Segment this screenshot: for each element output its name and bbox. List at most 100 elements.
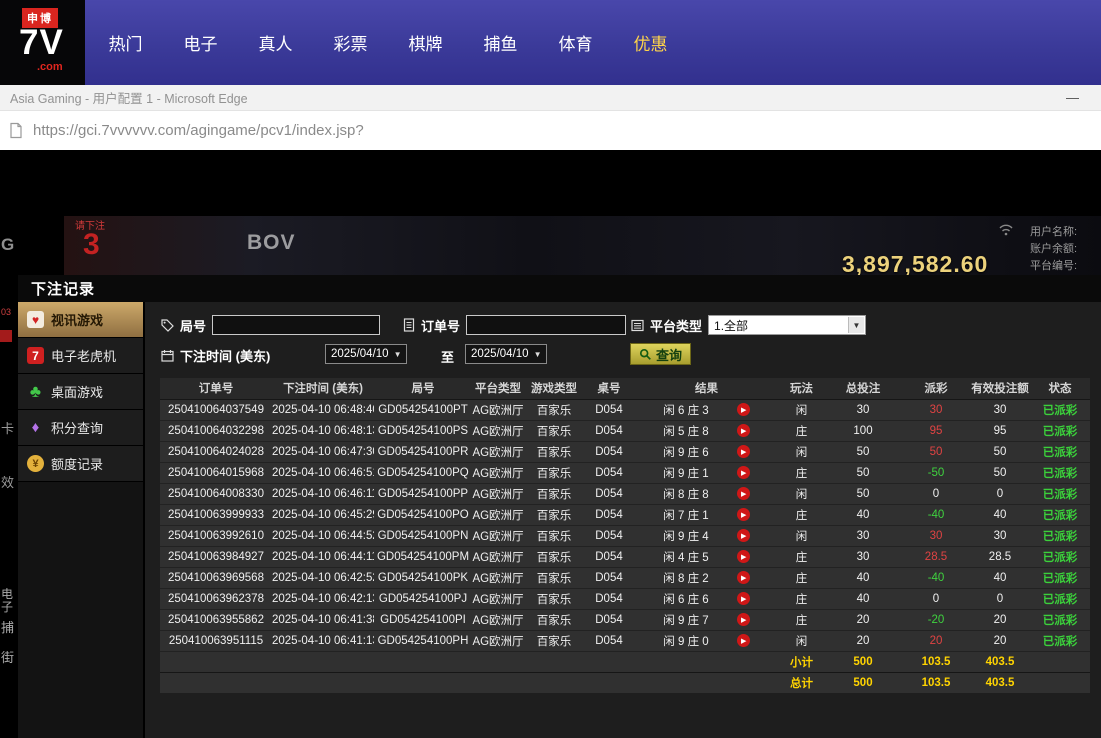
bet-row: 2504100640159682025-04-10 06:46:51GD0542…: [160, 462, 1090, 483]
play-icon[interactable]: ▶: [737, 487, 750, 500]
account-balance-value: 3,897,582.60: [842, 251, 988, 278]
cell: 百家乐: [524, 483, 584, 504]
nav-item-3[interactable]: 彩票: [313, 30, 388, 55]
date-to-select[interactable]: 2025/04/10 ▼: [465, 344, 547, 364]
sidebar-item-points-query[interactable]: ♦积分查询: [18, 410, 143, 446]
play-icon[interactable]: ▶: [737, 634, 750, 647]
cell: 庄: [779, 462, 824, 483]
column-header: 局号: [374, 378, 472, 399]
sidebar-item-video-games[interactable]: ♥视讯游戏: [18, 302, 143, 338]
cell: 已派彩: [1030, 483, 1090, 504]
cell: [1030, 672, 1090, 693]
cell: 百家乐: [524, 420, 584, 441]
play-icon[interactable]: ▶: [737, 550, 750, 563]
cell: D054: [584, 441, 634, 462]
nav-item-4[interactable]: 棋牌: [388, 30, 463, 55]
cell: 95: [902, 420, 970, 441]
cell: 20: [902, 630, 970, 651]
sidebar-item-label: 额度记录: [51, 454, 103, 473]
cell: 250410064015968: [160, 462, 272, 483]
column-header: 总投注: [824, 378, 902, 399]
cell: 50: [824, 483, 902, 504]
cell: 闲 8 庄 2▶: [634, 567, 779, 588]
cell: [160, 672, 779, 693]
bet-row: 2504100640322982025-04-10 06:48:13GD0542…: [160, 420, 1090, 441]
screen: 申博 7V .com 热门电子真人彩票棋牌捕鱼体育优惠 Asia Gaming …: [0, 0, 1101, 738]
cell: AG欧洲厅: [472, 567, 524, 588]
cell: 已派彩: [1030, 630, 1090, 651]
cell: 百家乐: [524, 588, 584, 609]
play-icon[interactable]: ▶: [737, 466, 750, 479]
date-from-select[interactable]: 2025/04/10 ▼: [325, 344, 407, 364]
subtotal-row: 小计 500 103.5 403.5: [160, 651, 1090, 672]
bet-table-header-row: 订单号下注时间 (美东)局号平台类型游戏类型桌号结果玩法总投注派彩有效投注额状态: [160, 378, 1090, 399]
date-to-value: 2025/04/10: [471, 348, 529, 360]
platform-id-label: 平台编号:: [1030, 257, 1077, 273]
cell: 250410063955862: [160, 609, 272, 630]
cell: 2025-04-10 06:48:13: [272, 420, 374, 441]
cell: GD054254100PQ: [374, 462, 472, 483]
window-titlebar: Asia Gaming - 用户配置 1 - Microsoft Edge —: [0, 85, 1101, 111]
cell: 250410063999933: [160, 504, 272, 525]
round-input[interactable]: [212, 315, 380, 335]
cell: AG欧洲厅: [472, 462, 524, 483]
cell: 庄: [779, 609, 824, 630]
cell: 已派彩: [1030, 420, 1090, 441]
panel-title: 下注记录: [31, 278, 95, 299]
round-label: 局号: [180, 316, 206, 335]
background-fragment: G: [1, 238, 18, 251]
account-balance-label: 账户余额:: [1030, 240, 1077, 256]
browser-url-bar[interactable]: https://gci.7vvvvvv.com/agingame/pcv1/in…: [0, 111, 1101, 150]
nav-item-7[interactable]: 优惠: [613, 30, 688, 55]
sidebar-item-table-games[interactable]: ♣桌面游戏: [18, 374, 143, 410]
play-icon[interactable]: ▶: [737, 424, 750, 437]
minimize-button[interactable]: —: [1058, 90, 1087, 105]
result-text: 闲 9 庄 6: [663, 444, 708, 460]
cell: 30: [824, 399, 902, 420]
nav-item-5[interactable]: 捕鱼: [463, 30, 538, 55]
play-icon[interactable]: ▶: [737, 613, 750, 626]
platform-label: 平台类型: [650, 316, 702, 335]
cell: 已派彩: [1030, 588, 1090, 609]
credit-records-icon: ¥: [27, 455, 44, 472]
scene-logo-fragment: BOV: [247, 231, 296, 255]
bet-time-label: 下注时间 (美东): [180, 346, 270, 365]
search-button[interactable]: 查询: [630, 343, 691, 365]
to-label: 至: [441, 347, 454, 366]
nav-item-1[interactable]: 电子: [163, 30, 238, 55]
grand-total-row: 总计 500 103.5 403.5: [160, 672, 1090, 693]
cell: -40: [902, 504, 970, 525]
play-icon[interactable]: ▶: [737, 403, 750, 416]
cell: 50: [970, 441, 1030, 462]
sidebar-item-credit-records[interactable]: ¥ 额度记录: [18, 446, 143, 482]
order-input[interactable]: [466, 315, 626, 335]
cell: D054: [584, 504, 634, 525]
play-icon[interactable]: ▶: [737, 592, 750, 605]
play-icon[interactable]: ▶: [737, 508, 750, 521]
site-logo[interactable]: 申博 7V .com: [0, 0, 85, 85]
points-query-icon: ♦: [27, 419, 44, 436]
cell: -20: [902, 609, 970, 630]
column-header: 下注时间 (美东): [272, 378, 374, 399]
nav-item-0[interactable]: 热门: [88, 30, 163, 55]
cell: 闲 7 庄 1▶: [634, 504, 779, 525]
nav-item-2[interactable]: 真人: [238, 30, 313, 55]
play-icon[interactable]: ▶: [737, 571, 750, 584]
play-icon[interactable]: ▶: [737, 529, 750, 542]
page-icon: [9, 122, 23, 139]
cell: AG欧洲厅: [472, 546, 524, 567]
sidebar-item-slot-machine[interactable]: 7电子老虎机: [18, 338, 143, 374]
cell: AG欧洲厅: [472, 399, 524, 420]
nav-item-6[interactable]: 体育: [538, 30, 613, 55]
background-fragment: 效: [1, 476, 18, 489]
logo-text: 7V: [19, 23, 64, 63]
cell: 250410064032298: [160, 420, 272, 441]
play-icon[interactable]: ▶: [737, 445, 750, 458]
column-header: 派彩: [902, 378, 970, 399]
platform-type-select[interactable]: 1.全部 ▼: [708, 315, 866, 335]
cell: 30: [824, 546, 902, 567]
cell: 2025-04-10 06:41:13: [272, 630, 374, 651]
panel-main: 局号 订单号: [145, 302, 1101, 738]
column-header: 状态: [1030, 378, 1090, 399]
cell: 百家乐: [524, 546, 584, 567]
